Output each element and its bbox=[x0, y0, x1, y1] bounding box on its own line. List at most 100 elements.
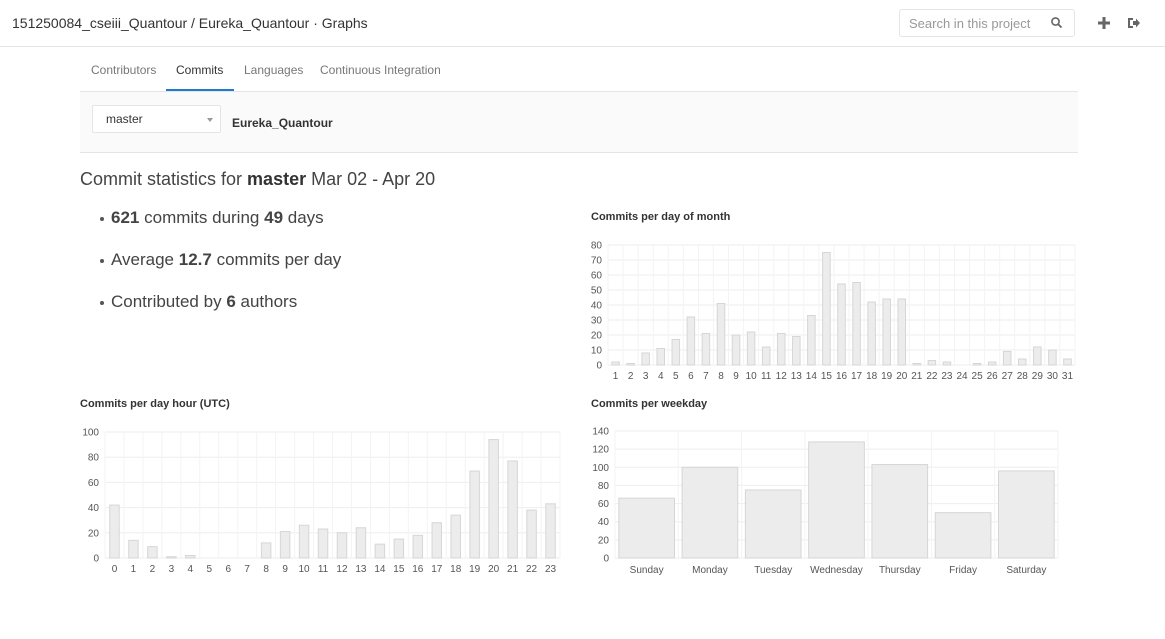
bar bbox=[545, 503, 556, 559]
x-tick-label: 8 bbox=[263, 564, 269, 575]
search-icon[interactable] bbox=[1050, 16, 1064, 30]
y-tick-label: 40 bbox=[598, 517, 610, 528]
x-tick-label: 6 bbox=[225, 564, 231, 575]
bar bbox=[776, 333, 786, 366]
x-tick-label: 21 bbox=[911, 371, 923, 382]
tab-languages[interactable]: Languages bbox=[244, 47, 303, 91]
bar bbox=[1048, 349, 1057, 366]
bar bbox=[279, 531, 291, 559]
x-tick-label: 12 bbox=[336, 564, 348, 575]
y-tick-label: 60 bbox=[88, 478, 100, 489]
y-tick-label: 120 bbox=[592, 445, 609, 456]
bar bbox=[626, 363, 635, 366]
bar bbox=[469, 470, 480, 559]
bar bbox=[731, 334, 741, 366]
x-tick-label: 4 bbox=[658, 371, 664, 382]
y-tick-label: 20 bbox=[591, 331, 603, 342]
tab-continuous-integration[interactable]: Continuous Integration bbox=[320, 47, 441, 91]
y-tick-label: 100 bbox=[592, 463, 609, 474]
bar bbox=[393, 538, 405, 559]
bar bbox=[822, 252, 831, 366]
x-tick-label: 13 bbox=[355, 564, 367, 575]
x-tick-label: 18 bbox=[866, 371, 878, 382]
x-tick-label: 19 bbox=[881, 371, 893, 382]
authors-suffix: authors bbox=[240, 292, 298, 311]
y-tick-label: 0 bbox=[603, 554, 609, 565]
x-tick-label: 14 bbox=[374, 564, 386, 575]
search-box[interactable] bbox=[899, 9, 1075, 37]
bar bbox=[450, 514, 461, 559]
x-tick-label: 11 bbox=[761, 371, 772, 382]
bar bbox=[1002, 351, 1012, 366]
bar bbox=[998, 470, 1055, 559]
bar bbox=[147, 546, 158, 559]
x-tick-label: 10 bbox=[746, 371, 758, 382]
tab-commits[interactable]: Commits bbox=[166, 47, 234, 91]
branch-select[interactable]: master bbox=[92, 105, 221, 133]
y-tick-label: 30 bbox=[591, 316, 603, 327]
y-tick-label: 10 bbox=[591, 346, 603, 357]
x-tick-label: 17 bbox=[431, 564, 443, 575]
bar bbox=[128, 539, 139, 559]
y-tick-label: 70 bbox=[591, 256, 603, 267]
chart-day-hour: 0204060801000 1 2 3 4 5 6 7 8 9 10 11 12 13 14 15 16 17 18… bbox=[82, 428, 561, 575]
x-tick-label: 17 bbox=[851, 371, 863, 382]
y-tick-label: 100 bbox=[82, 428, 99, 439]
bar bbox=[852, 282, 861, 366]
x-tick-label: 26 bbox=[987, 371, 999, 382]
heading-range: Mar 02 - Apr 20 bbox=[311, 169, 436, 189]
y-tick-label: 40 bbox=[88, 503, 100, 514]
x-tick-label: 3 bbox=[643, 371, 649, 382]
chart-title-day-of-month: Commits per day of month bbox=[591, 211, 731, 223]
x-tick-label: Tuesday bbox=[754, 565, 792, 576]
x-tick-label: 29 bbox=[1032, 371, 1044, 382]
plus-icon[interactable] bbox=[1096, 15, 1112, 31]
tab-contributors[interactable]: Contributors bbox=[91, 47, 156, 91]
x-tick-label: 15 bbox=[393, 564, 405, 575]
x-tick-label: 1 bbox=[613, 371, 619, 382]
x-tick-label: 4 bbox=[188, 564, 194, 575]
avg-suffix: commits per day bbox=[216, 250, 342, 269]
x-tick-label: 5 bbox=[206, 564, 212, 575]
bar bbox=[656, 348, 665, 366]
x-tick-label: 16 bbox=[412, 564, 424, 575]
bar bbox=[1063, 358, 1072, 366]
x-tick-label: 7 bbox=[244, 564, 250, 575]
x-tick-label: Monday bbox=[692, 565, 728, 576]
bar bbox=[716, 303, 726, 366]
bar bbox=[488, 439, 499, 559]
bar bbox=[641, 352, 650, 366]
y-tick-label: 60 bbox=[591, 271, 603, 282]
x-tick-label: 14 bbox=[806, 371, 818, 382]
sign-out-icon[interactable] bbox=[1125, 15, 1141, 31]
search-input[interactable] bbox=[900, 10, 1058, 36]
bar bbox=[897, 298, 907, 366]
bar bbox=[1018, 358, 1027, 366]
x-tick-label: 11 bbox=[318, 564, 329, 575]
top-bar: 151250084_cseiii_Quantour / Eureka_Quant… bbox=[0, 0, 1165, 47]
x-tick-label: 8 bbox=[718, 371, 724, 382]
bar bbox=[686, 316, 696, 366]
bullet-icon bbox=[100, 216, 104, 221]
x-tick-label: Saturday bbox=[1006, 565, 1046, 576]
graph-tabs: Contributors Commits Languages Continuou… bbox=[80, 47, 1078, 91]
bar bbox=[934, 512, 992, 559]
bar bbox=[912, 363, 922, 366]
x-tick-label: 31 bbox=[1062, 371, 1074, 382]
bar bbox=[336, 532, 348, 559]
x-tick-label: 9 bbox=[733, 371, 739, 382]
x-tick-label: 20 bbox=[488, 564, 500, 575]
bar bbox=[744, 489, 802, 559]
bar bbox=[611, 361, 620, 366]
list-item: Average 12.7 commits per day bbox=[100, 250, 341, 292]
bar bbox=[185, 554, 196, 559]
x-tick-label: 13 bbox=[791, 371, 803, 382]
chart-weekday: 0 20 40 60 80 100 120 140 Sunday Monday Tuesday Wed… bbox=[592, 427, 1059, 576]
bar bbox=[972, 363, 982, 366]
bar bbox=[701, 333, 711, 366]
x-tick-label: Wednesday bbox=[810, 565, 863, 576]
y-tick-label: 20 bbox=[598, 535, 610, 546]
author-count: 6 bbox=[226, 292, 236, 311]
bar bbox=[867, 301, 876, 366]
x-tick-label: 22 bbox=[526, 564, 538, 575]
